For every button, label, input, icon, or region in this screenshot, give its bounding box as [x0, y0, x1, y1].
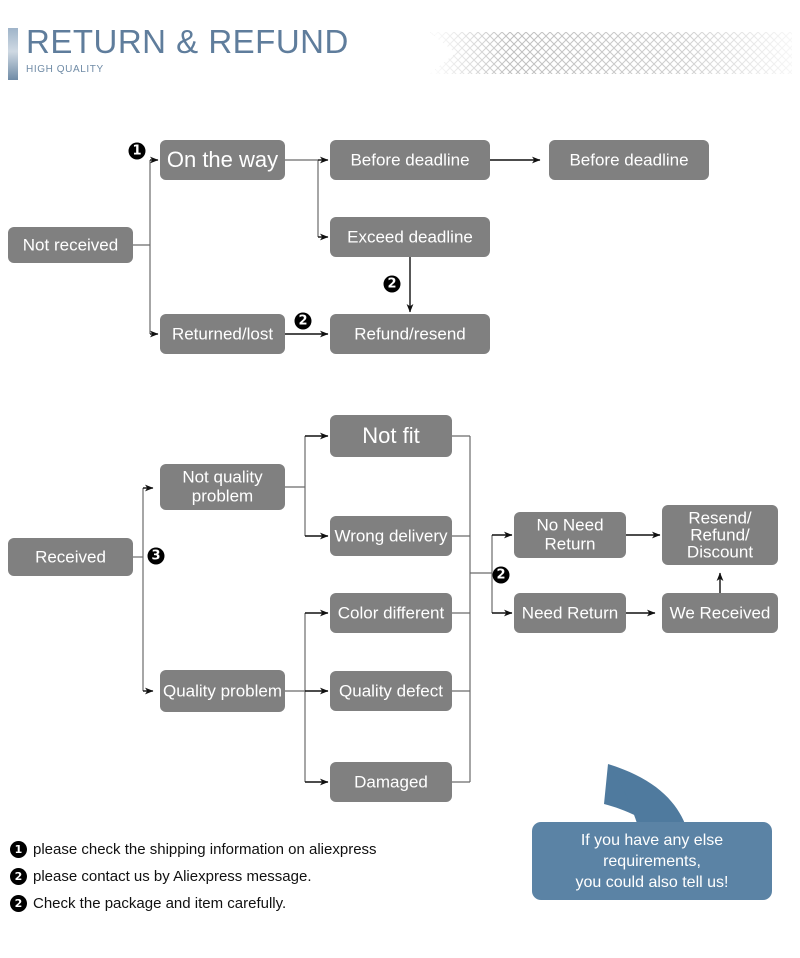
node-label: Wrong delivery	[334, 526, 448, 545]
node-label: Need Return	[522, 603, 618, 622]
badge-label: 3	[151, 549, 160, 564]
note-badge-icon: 1	[10, 841, 27, 858]
node-before-deadline-1: Before deadline	[330, 140, 490, 180]
note-item: 2 Check the package and item carefully.	[10, 890, 480, 917]
note-text: please check the shipping information on…	[33, 841, 377, 858]
node-label-line1: No Need	[536, 515, 603, 534]
node-we-received: We Received	[662, 593, 778, 633]
node-color-different: Color different	[330, 593, 452, 633]
node-label: Before deadline	[569, 150, 688, 169]
node-not-quality-problem: Not quality problem	[160, 464, 285, 510]
node-not-received: Not received	[8, 227, 133, 263]
node-label: Not fit	[362, 423, 419, 448]
badge-label: 2	[496, 568, 505, 583]
badge-2-exceed-deadline: 2	[383, 275, 401, 293]
header-title-block: RETURN & REFUND HIGH QUALITY	[26, 22, 349, 77]
node-label: Received	[35, 547, 106, 566]
node-label: We Received	[670, 603, 771, 622]
node-label: Before deadline	[350, 150, 469, 169]
bubble-text: If you have any else requirements, you c…	[568, 830, 737, 893]
node-label: Quality defect	[339, 681, 443, 700]
flowchart-canvas: Not received On the way Before deadline …	[8, 140, 778, 802]
badge-2-returned-lost: 2	[294, 312, 312, 330]
note-item: 1 please check the shipping information …	[10, 836, 480, 863]
badge-3-received: 3	[147, 547, 165, 565]
badge-1-on-the-way: 1	[128, 142, 146, 160]
node-label: Exceed deadline	[347, 227, 473, 246]
badge-label: 2	[298, 314, 307, 329]
bubble-line-1: If you have any else	[580, 831, 724, 849]
note-text: Check the package and item carefully.	[33, 895, 287, 912]
header-ribbon-decoration	[430, 32, 792, 74]
node-label: Quality problem	[163, 681, 282, 700]
badge-label: 2	[387, 277, 396, 292]
bubble-body: If you have any else requirements, you c…	[532, 822, 772, 900]
footer-notes: 1 please check the shipping information …	[10, 836, 480, 917]
node-quality-defect: Quality defect	[330, 671, 452, 711]
node-label-line3: Discount	[687, 542, 753, 561]
return-refund-infographic: RETURN & REFUND HIGH QUALITY Not receive…	[0, 0, 800, 958]
node-label: Returned/lost	[172, 324, 273, 343]
node-need-return: Need Return	[514, 593, 626, 633]
node-before-deadline-2: Before deadline	[549, 140, 709, 180]
node-label: Color different	[338, 603, 445, 622]
page-header: RETURN & REFUND HIGH QUALITY	[0, 0, 800, 100]
node-label-line2: Return	[544, 534, 595, 553]
note-text: please contact us by Aliexpress message.	[33, 868, 312, 885]
node-label-line1: Not quality	[182, 467, 263, 486]
node-on-the-way: On the way	[160, 140, 285, 180]
node-wrong-delivery: Wrong delivery	[330, 516, 452, 556]
node-no-need-return: No Need Return	[514, 512, 626, 558]
page-title: RETURN & REFUND	[26, 23, 349, 60]
node-not-fit: Not fit	[330, 415, 452, 457]
node-resend-refund-discount: Resend/ Refund/ Discount	[662, 505, 778, 565]
node-label: On the way	[167, 147, 278, 172]
node-label: Not received	[23, 235, 118, 254]
badge-2-return-decision: 2	[492, 566, 510, 584]
header-accent-bar	[8, 28, 18, 80]
bubble-line-3: you could also tell us!	[575, 873, 729, 891]
node-refund-resend: Refund/resend	[330, 314, 490, 354]
page-subtitle: HIGH QUALITY	[26, 64, 104, 75]
node-label-line2: problem	[192, 486, 253, 505]
node-label: Damaged	[354, 772, 428, 791]
node-returned-lost: Returned/lost	[160, 314, 285, 354]
node-exceed-deadline: Exceed deadline	[330, 217, 490, 257]
badge-label: 1	[132, 144, 141, 159]
note-badge-icon: 2	[10, 868, 27, 885]
note-item: 2 please contact us by Aliexpress messag…	[10, 863, 480, 890]
bubble-line-2: requirements,	[603, 852, 701, 870]
node-received: Received	[8, 538, 133, 576]
node-damaged: Damaged	[330, 762, 452, 802]
node-label: Refund/resend	[354, 324, 466, 343]
callout-bubble: If you have any else requirements, you c…	[520, 752, 790, 932]
note-badge-icon: 2	[10, 895, 27, 912]
node-quality-problem: Quality problem	[160, 670, 285, 712]
